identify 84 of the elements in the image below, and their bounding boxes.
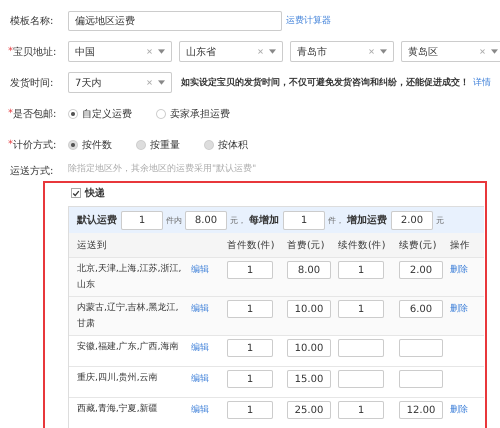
extra-count-field[interactable]: 1: [338, 401, 384, 419]
rule-label: 每增加: [249, 214, 279, 227]
unit-label: 元，: [230, 214, 246, 226]
column-header: 操作: [450, 238, 471, 252]
region-list: 西藏,青海,宁夏,新疆: [77, 401, 191, 417]
radio-option[interactable]: 自定义运费: [68, 106, 132, 120]
checkbox-label: 快递: [85, 186, 105, 200]
edit-link[interactable]: 编辑: [191, 261, 227, 279]
unit-label: 件，: [328, 214, 344, 226]
clear-icon[interactable]: [258, 49, 263, 54]
extra-fee-field[interactable]: 6.00: [399, 300, 443, 318]
first-count-field[interactable]: 1: [227, 300, 273, 318]
template-name-field[interactable]: 偏远地区运费: [68, 10, 282, 30]
column-header: 首件数(件): [227, 238, 276, 252]
address-select[interactable]: 青岛市: [290, 41, 394, 62]
address-select[interactable]: 黄岛区: [401, 41, 500, 62]
caret-icon: [491, 49, 498, 54]
time-select[interactable]: 7天内: [68, 72, 172, 93]
first-fee-field[interactable]: 10.00: [287, 339, 331, 357]
field-label: 发货时间:: [10, 76, 54, 90]
field-label: 是否包邮:: [13, 108, 58, 120]
hint-text: 除指定地区外，其余地区的运费采用"默认运费": [68, 162, 256, 175]
first-fee-field[interactable]: 25.00: [287, 401, 331, 419]
rule-input[interactable]: 1: [283, 210, 325, 230]
first-count-field[interactable]: 1: [227, 370, 273, 388]
extra-fee-field[interactable]: 2.00: [399, 261, 443, 279]
column-header: 运送到: [77, 238, 108, 252]
caret-icon: [380, 49, 387, 54]
hint-text: 如实设定宝贝的发货时间，不仅可避免发货咨询和纠纷，还能促进成交！: [181, 76, 469, 89]
rule-label: 增加运费: [347, 214, 387, 227]
delete-link[interactable]: 删除: [450, 401, 484, 419]
extra-fee-field[interactable]: [399, 339, 443, 357]
delete-link[interactable]: 删除: [450, 261, 484, 279]
extra-count-field[interactable]: 1: [338, 300, 384, 318]
details-link[interactable]: 详情: [473, 76, 491, 89]
first-fee-field[interactable]: 15.00: [287, 370, 331, 388]
express-checkbox[interactable]: [71, 188, 81, 198]
required-mark: *: [8, 108, 13, 119]
calculator-link[interactable]: 运费计算器: [286, 14, 331, 27]
first-count-field[interactable]: 1: [227, 261, 273, 279]
column-header: 首费(元): [287, 238, 326, 252]
first-fee-field[interactable]: 10.00: [287, 300, 331, 318]
region-list: 安徽,福建,广东,广西,海南: [77, 339, 191, 355]
column-header: 续件数(件): [338, 238, 386, 252]
field-label: 宝贝地址:: [13, 46, 58, 58]
field-label: 运送方式:: [10, 164, 54, 178]
caret-icon: [158, 49, 165, 54]
unit-label: 件内: [166, 214, 182, 226]
region-list: 北京,天津,上海,江苏,浙江,山东: [77, 261, 191, 293]
extra-fee-field[interactable]: 12.00: [399, 401, 443, 419]
address-select[interactable]: 山东省: [179, 41, 283, 62]
caret-icon: [158, 80, 165, 85]
rule-input[interactable]: 1: [121, 210, 163, 230]
delete-link[interactable]: 删除: [450, 300, 484, 318]
field-label: 模板名称:: [10, 14, 54, 28]
clear-icon[interactable]: [147, 80, 152, 85]
clear-icon[interactable]: [147, 49, 152, 54]
edit-link[interactable]: 编辑: [191, 401, 227, 419]
clear-icon[interactable]: [369, 49, 374, 54]
first-count-field[interactable]: 1: [227, 401, 273, 419]
region-list: 内蒙古,辽宁,吉林,黑龙江,甘肃: [77, 300, 191, 332]
rule-label: 默认运费: [77, 214, 117, 227]
rule-input[interactable]: 8.00: [185, 210, 227, 230]
extra-count-field[interactable]: 1: [338, 261, 384, 279]
caret-icon: [269, 49, 276, 54]
edit-link[interactable]: 编辑: [191, 339, 227, 357]
extra-count-field[interactable]: [338, 339, 384, 357]
unit-label: 元: [436, 214, 444, 226]
extra-fee-field[interactable]: [399, 370, 443, 388]
extra-count-field[interactable]: [338, 370, 384, 388]
check-icon: [72, 188, 80, 198]
first-fee-field[interactable]: 8.00: [287, 261, 331, 279]
edit-link[interactable]: 编辑: [191, 300, 227, 318]
edit-link[interactable]: 编辑: [191, 370, 227, 388]
first-count-field[interactable]: 1: [227, 339, 273, 357]
field-label: 计价方式:: [13, 138, 58, 152]
required-mark: *: [8, 46, 13, 57]
required-mark: *: [8, 139, 13, 150]
rule-input[interactable]: 2.00: [391, 210, 433, 230]
region-list: 重庆,四川,贵州,云南: [77, 370, 191, 386]
clear-icon[interactable]: [480, 49, 485, 54]
radio-option[interactable]: 卖家承担运费: [156, 106, 230, 120]
address-select[interactable]: 中国: [68, 41, 172, 62]
column-header: 续费(元): [399, 238, 438, 252]
